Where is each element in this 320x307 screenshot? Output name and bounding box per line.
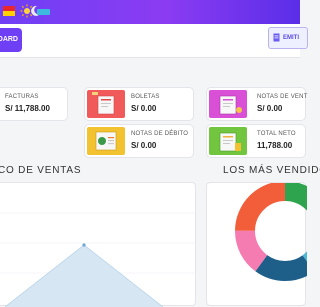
card-value: 11,788.00 bbox=[257, 141, 293, 150]
card-value: S/ 0.00 bbox=[257, 104, 283, 113]
card-total-neto[interactable]: TOTAL NETO 11,788.00 bbox=[206, 124, 306, 158]
card-value: S/ 0.00 bbox=[131, 141, 157, 150]
card-label: NOTAS DE VENT bbox=[257, 94, 308, 100]
toolbar: OARD bbox=[0, 24, 300, 58]
flag-icon[interactable] bbox=[2, 4, 16, 18]
card-facturas[interactable]: FACTURAS S/ 11,788.00 bbox=[0, 87, 68, 121]
top-sold-donut-chart bbox=[235, 183, 307, 281]
card-value: S/ 11,788.00 bbox=[5, 104, 50, 113]
sales-point[interactable] bbox=[82, 243, 86, 247]
card-label: TOTAL NETO bbox=[257, 131, 296, 137]
card-boletas[interactable]: BOLETAS S/ 0.00 bbox=[84, 87, 194, 121]
top-bar bbox=[0, 0, 300, 24]
emit-button-label: EMITI bbox=[283, 35, 299, 41]
top-sold-title: LOS MÁS VENDIDO bbox=[223, 165, 320, 176]
card-value: S/ 0.00 bbox=[131, 104, 157, 113]
card-label: BOLETAS bbox=[131, 94, 160, 100]
card-label: NOTAS DE DÉBITO bbox=[131, 131, 189, 137]
card-notas-debito[interactable]: NOTAS DE DÉBITO S/ 0.00 bbox=[84, 124, 194, 158]
card-notas-venta[interactable]: NOTAS DE VENT S/ 0.00 bbox=[206, 87, 308, 121]
dashboard-button[interactable]: OARD bbox=[0, 28, 22, 52]
sales-area bbox=[5, 245, 163, 307]
sales-area-chart bbox=[0, 212, 197, 307]
document-icon bbox=[273, 33, 280, 42]
sales-note-illustration-icon bbox=[209, 90, 247, 118]
debit-note-illustration-icon bbox=[87, 127, 125, 155]
toggle-icon[interactable] bbox=[37, 9, 50, 15]
card-label: FACTURAS bbox=[5, 94, 39, 100]
sales-chart-title: CO DE VENTAS bbox=[0, 165, 82, 176]
total-illustration-icon bbox=[209, 127, 247, 155]
emit-button[interactable]: EMITI bbox=[268, 27, 308, 49]
top-sold-panel bbox=[206, 182, 307, 306]
sales-chart-panel bbox=[0, 182, 197, 307]
receipt-illustration-icon bbox=[87, 90, 125, 118]
